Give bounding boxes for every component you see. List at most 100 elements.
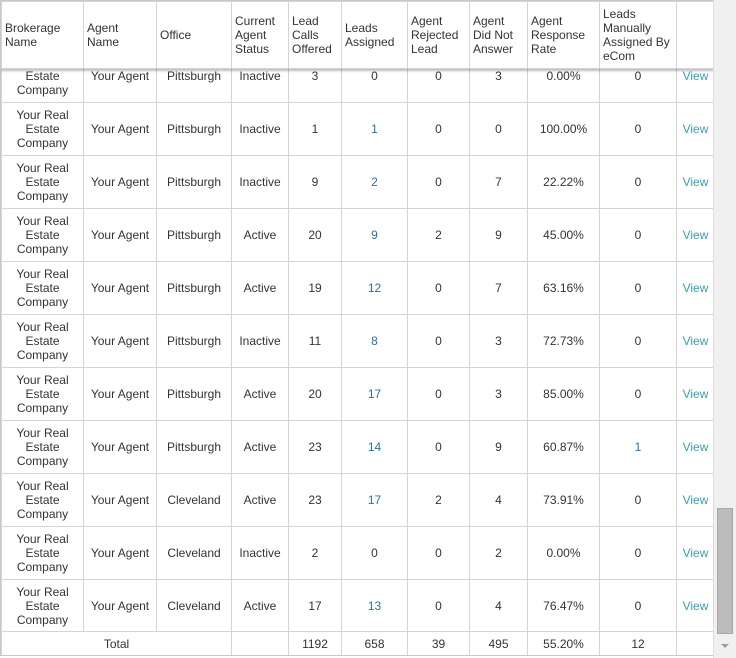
view-link[interactable]: View <box>676 314 713 368</box>
view-link[interactable]: View <box>676 367 713 421</box>
cell-leads-assigned: 2 <box>341 155 408 209</box>
total-assigned: 658 <box>341 631 408 655</box>
table-row: Your Real Estate CompanyYour AgentPittsb… <box>1 261 713 315</box>
report-table-header: Brokerage Name Agent Name Office Current… <box>1 1 713 69</box>
total-did-not-answer: 495 <box>469 631 528 655</box>
cell-agent-status: Inactive <box>231 526 289 580</box>
cell-agent-rejected-lead: 0 <box>407 314 470 368</box>
cell-agent-response-rate: 85.00% <box>527 367 600 421</box>
cell-brokerage-name: Your Real Estate Company <box>1 155 84 209</box>
cell-office: Pittsburgh <box>156 367 232 421</box>
cell-agent-name: Your Agent <box>83 473 157 527</box>
cell-agent-name: Your Agent <box>83 367 157 421</box>
cell-agent-name: Your Agent <box>83 155 157 209</box>
view-link[interactable]: View <box>676 208 713 262</box>
cell-office: Pittsburgh <box>156 155 232 209</box>
cell-agent-response-rate: 73.91% <box>527 473 600 527</box>
header-agent-status[interactable]: Current Agent Status <box>231 1 289 69</box>
cell-office: Pittsburgh <box>156 314 232 368</box>
header-leads-manually-assigned[interactable]: Leads Manually Assigned By eCom <box>599 1 677 69</box>
cell-lead-calls-offered: 17 <box>288 579 342 633</box>
cell-office: Pittsburgh <box>156 261 232 315</box>
cell-office: Pittsburgh <box>156 102 232 156</box>
cell-office: Cleveland <box>156 579 232 633</box>
cell-agent-response-rate: 0.00% <box>527 526 600 580</box>
cell-brokerage-name: Your Real Estate Company <box>1 367 84 421</box>
header-leads-assigned[interactable]: Leads Assigned <box>341 1 408 69</box>
cell-agent-rejected-lead: 0 <box>407 155 470 209</box>
cell-agent-status: Inactive <box>231 102 289 156</box>
vertical-scrollbar[interactable] <box>713 0 736 658</box>
cell-lead-calls-offered: 2 <box>288 526 342 580</box>
cell-office: Pittsburgh <box>156 208 232 262</box>
cell-leads-assigned: 12 <box>341 261 408 315</box>
table-row: Your Real Estate CompanyYour AgentPittsb… <box>1 208 713 262</box>
header-lead-calls-offered[interactable]: Lead Calls Offered <box>288 1 342 69</box>
cell-leads-manually-assigned: 0 <box>599 526 677 580</box>
view-link[interactable]: View <box>676 261 713 315</box>
cell-agent-rejected-lead: 2 <box>407 473 470 527</box>
cell-agent-did-not-answer: 9 <box>469 420 528 474</box>
cell-leads-assigned: 17 <box>341 473 408 527</box>
cell-agent-response-rate: 22.22% <box>527 155 600 209</box>
cell-agent-did-not-answer: 7 <box>469 155 528 209</box>
table-row: Your Real Estate Company Your Agent Clevel… <box>1 579 713 633</box>
total-actions <box>676 631 713 655</box>
cell-office: Cleveland <box>156 473 232 527</box>
cell-agent-status: Active <box>231 473 289 527</box>
report-table-body: Your Real Estate CompanyYour AgentPittsb… <box>1 49 713 633</box>
cell-agent-rejected-lead: 0 <box>407 526 470 580</box>
cell-agent-name: Your Agent <box>83 314 157 368</box>
view-link[interactable]: View <box>676 473 713 527</box>
cell-leads-manually-assigned: 1 <box>599 420 677 474</box>
scroll-down-arrow-icon[interactable] <box>721 644 729 648</box>
cell-lead-calls-offered: 11 <box>288 314 342 368</box>
table-row: Your Real Estate CompanyYour AgentPittsb… <box>1 367 713 421</box>
header-agent-response-rate[interactable]: Agent Response Rate <box>527 1 600 69</box>
cell-office: Cleveland <box>156 526 232 580</box>
total-row: Total 1192 658 39 495 55.20% 12 <box>1 631 713 655</box>
cell-brokerage-name: Your Real Estate Company <box>1 208 84 262</box>
cell-agent-rejected-lead: 0 <box>407 420 470 474</box>
cell-lead-calls-offered: 20 <box>288 367 342 421</box>
view-link[interactable]: View <box>676 102 713 156</box>
cell-lead-calls-offered: 9 <box>288 155 342 209</box>
cell-leads-manually-assigned: 0 <box>599 155 677 209</box>
cell-brokerage-name: Your Real Estate Company <box>1 314 84 368</box>
cell-leads-manually-assigned: 0 <box>599 579 677 633</box>
cell-agent-did-not-answer: 7 <box>469 261 528 315</box>
scrollbar-thumb[interactable] <box>717 508 733 634</box>
cell-agent-name: Your Agent <box>83 526 157 580</box>
table-row: Your Real Estate CompanyYour AgentPittsb… <box>1 102 713 156</box>
cell-leads-assigned: 14 <box>341 420 408 474</box>
header-office[interactable]: Office <box>156 1 232 69</box>
cell-agent-did-not-answer: 3 <box>469 314 528 368</box>
view-link[interactable]: View <box>676 155 713 209</box>
cell-brokerage-name: Your Real Estate Company <box>1 420 84 474</box>
cell-agent-name: Your Agent <box>83 208 157 262</box>
cell-agent-response-rate: 45.00% <box>527 208 600 262</box>
cell-agent-rejected-lead: 0 <box>407 102 470 156</box>
cell-brokerage-name: Your Real Estate Company <box>1 261 84 315</box>
header-agent-rejected-lead[interactable]: Agent Rejected Lead <box>407 1 470 69</box>
table-row: Your Real Estate CompanyYour AgentPittsb… <box>1 155 713 209</box>
cell-lead-calls-offered: 19 <box>288 261 342 315</box>
cell-leads-manually-assigned: 0 <box>599 314 677 368</box>
header-agent-name[interactable]: Agent Name <box>83 1 157 69</box>
cell-lead-calls-offered: 23 <box>288 473 342 527</box>
view-link[interactable]: View <box>676 420 713 474</box>
cell-agent-rejected-lead: 0 <box>407 579 470 633</box>
view-link[interactable]: View <box>676 526 713 580</box>
header-agent-did-not-answer[interactable]: Agent Did Not Answer <box>469 1 528 69</box>
cell-leads-manually-assigned: 0 <box>599 102 677 156</box>
cell-agent-status: Active <box>231 420 289 474</box>
cell-agent-did-not-answer: 4 <box>469 579 528 633</box>
view-link[interactable]: View <box>676 579 713 633</box>
table-row: Your Real Estate CompanyYour AgentPittsb… <box>1 314 713 368</box>
header-brokerage-name[interactable]: Brokerage Name <box>1 1 84 69</box>
cell-agent-did-not-answer: 9 <box>469 208 528 262</box>
cell-agent-name: Your Agent <box>83 102 157 156</box>
cell-agent-rejected-lead: 0 <box>407 367 470 421</box>
cell-leads-manually-assigned: 0 <box>599 367 677 421</box>
cell-brokerage-name: Your Real Estate Company <box>1 579 84 633</box>
